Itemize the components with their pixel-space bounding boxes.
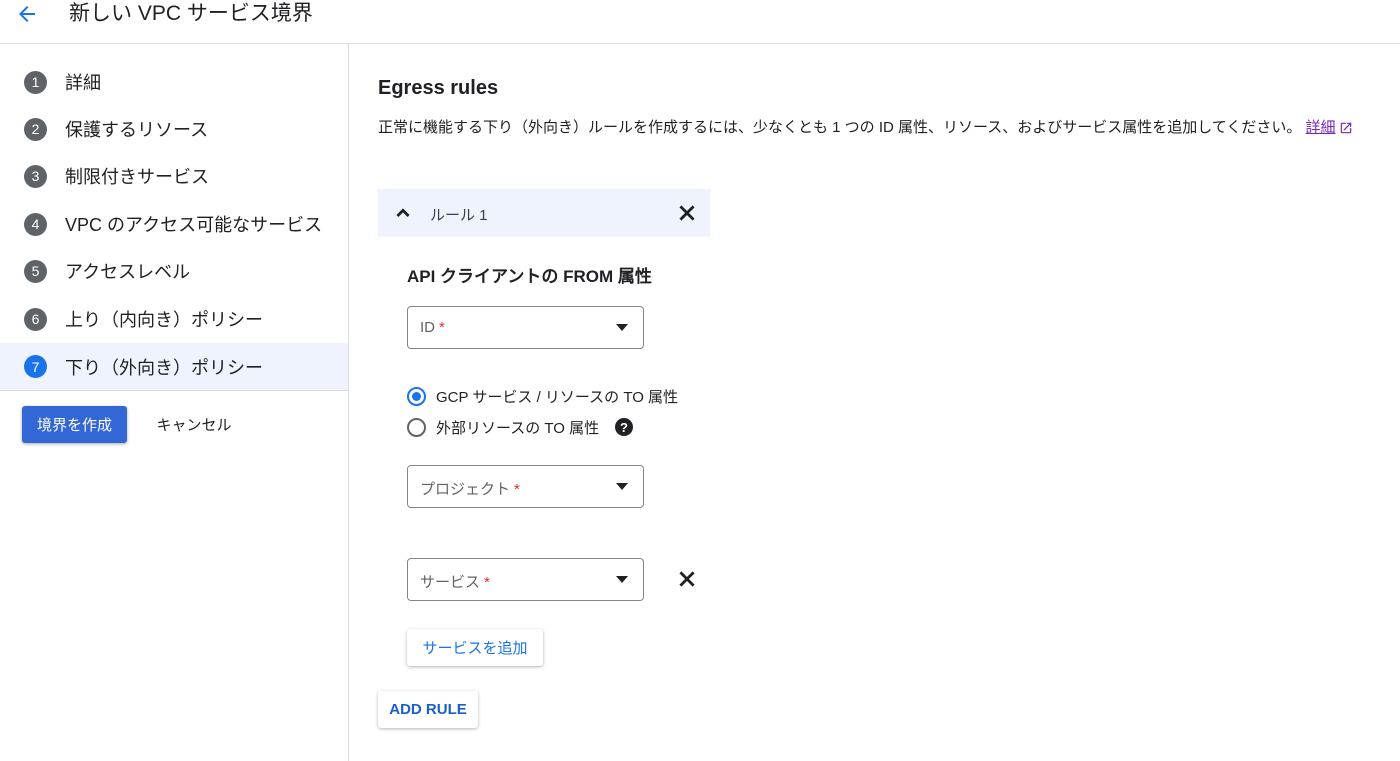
radio-button[interactable]	[407, 417, 426, 437]
select-label: プロジェクト *	[420, 481, 520, 498]
step-protected-resources[interactable]: 2 保護するリソース	[0, 105, 348, 153]
step-egress-policy[interactable]: 7 下り（外向き）ポリシー	[0, 343, 348, 391]
radio-button[interactable]	[407, 386, 426, 406]
step-number: 5	[24, 259, 47, 283]
back-button[interactable]	[12, 0, 42, 28]
step-number: 1	[24, 70, 47, 94]
add-service-button[interactable]: サービスを追加	[407, 629, 543, 666]
step-label: 制限付きサービス	[65, 167, 209, 187]
create-perimeter-button[interactable]: 境界を作成	[22, 406, 127, 443]
dropdown-arrow-icon	[616, 324, 628, 331]
step-vpc-accessible-services[interactable]: 4 VPC のアクセス可能なサービス	[0, 200, 348, 248]
close-icon	[679, 571, 695, 587]
step-number: 4	[24, 212, 47, 236]
service-select[interactable]: サービス *	[407, 558, 644, 601]
step-label: 上り（内向き）ポリシー	[65, 310, 263, 330]
step-access-levels[interactable]: 5 アクセスレベル	[0, 247, 348, 295]
dropdown-arrow-icon	[616, 576, 628, 583]
step-label: 保護するリソース	[65, 120, 209, 140]
step-restricted-services[interactable]: 3 制限付きサービス	[0, 152, 348, 200]
collapse-rule-button[interactable]	[391, 201, 415, 225]
radio-label: 外部リソースの TO 属性	[436, 419, 600, 437]
section-description: 正常に機能する下り（外向き）ルールを作成するには、少なくとも 1 つの ID 属…	[378, 116, 1353, 137]
add-rule-button[interactable]: ADD RULE	[378, 691, 478, 728]
section-title: Egress rules	[378, 77, 499, 99]
radio-label: GCP サービス / リソースの TO 属性	[436, 388, 679, 406]
step-label: 下り（外向き）ポリシー	[65, 357, 263, 378]
identity-select[interactable]: ID *	[407, 306, 644, 349]
chevron-up-icon	[396, 208, 410, 217]
from-attributes-heading: API クライアントの FROM 属性	[407, 267, 652, 286]
step-number: 3	[24, 164, 47, 188]
select-label: サービス *	[420, 574, 490, 591]
step-details[interactable]: 1 詳細	[0, 58, 348, 106]
required-marker: *	[439, 319, 445, 336]
external-link-icon	[1340, 122, 1351, 134]
rule-header: ルール 1	[378, 189, 710, 237]
page-title: 新しい VPC サービス境界	[69, 2, 313, 25]
step-label: アクセスレベル	[65, 262, 191, 282]
project-select[interactable]: プロジェクト *	[407, 465, 644, 508]
step-number: 6	[24, 307, 47, 331]
stepper-sidebar: 1 詳細 2 保護するリソース 3 制限付きサービス 4 VPC のアクセス可能…	[0, 44, 349, 761]
radio-external-to-attributes[interactable]: 外部リソースの TO 属性	[407, 416, 599, 438]
rule-label: ルール 1	[430, 207, 488, 224]
required-marker: *	[514, 481, 520, 498]
learn-more-label: 詳細	[1305, 119, 1336, 136]
cancel-button[interactable]: キャンセル	[140, 406, 248, 443]
step-label: 詳細	[65, 73, 101, 93]
radio-gcp-to-attributes[interactable]: GCP サービス / リソースの TO 属性	[407, 385, 678, 407]
step-number: 7	[24, 355, 47, 378]
delete-rule-button[interactable]	[675, 201, 699, 225]
required-marker: *	[484, 574, 490, 591]
arrow-left-icon	[19, 6, 35, 22]
app-header: 新しい VPC サービス境界	[0, 0, 1400, 44]
remove-service-button[interactable]	[675, 567, 699, 591]
step-number: 2	[24, 117, 47, 141]
step-ingress-policy[interactable]: 6 上り（内向き）ポリシー	[0, 295, 348, 343]
select-label: ID *	[420, 319, 445, 336]
step-label: VPC のアクセス可能なサービス	[65, 215, 323, 235]
dropdown-arrow-icon	[616, 483, 628, 490]
close-icon	[679, 205, 695, 221]
learn-more-link[interactable]: 詳細	[1306, 119, 1353, 136]
description-text: 正常に機能する下り（外向き）ルールを作成するには、少なくとも 1 つの ID 属…	[378, 119, 1302, 136]
help-icon[interactable]: ?	[615, 418, 633, 436]
